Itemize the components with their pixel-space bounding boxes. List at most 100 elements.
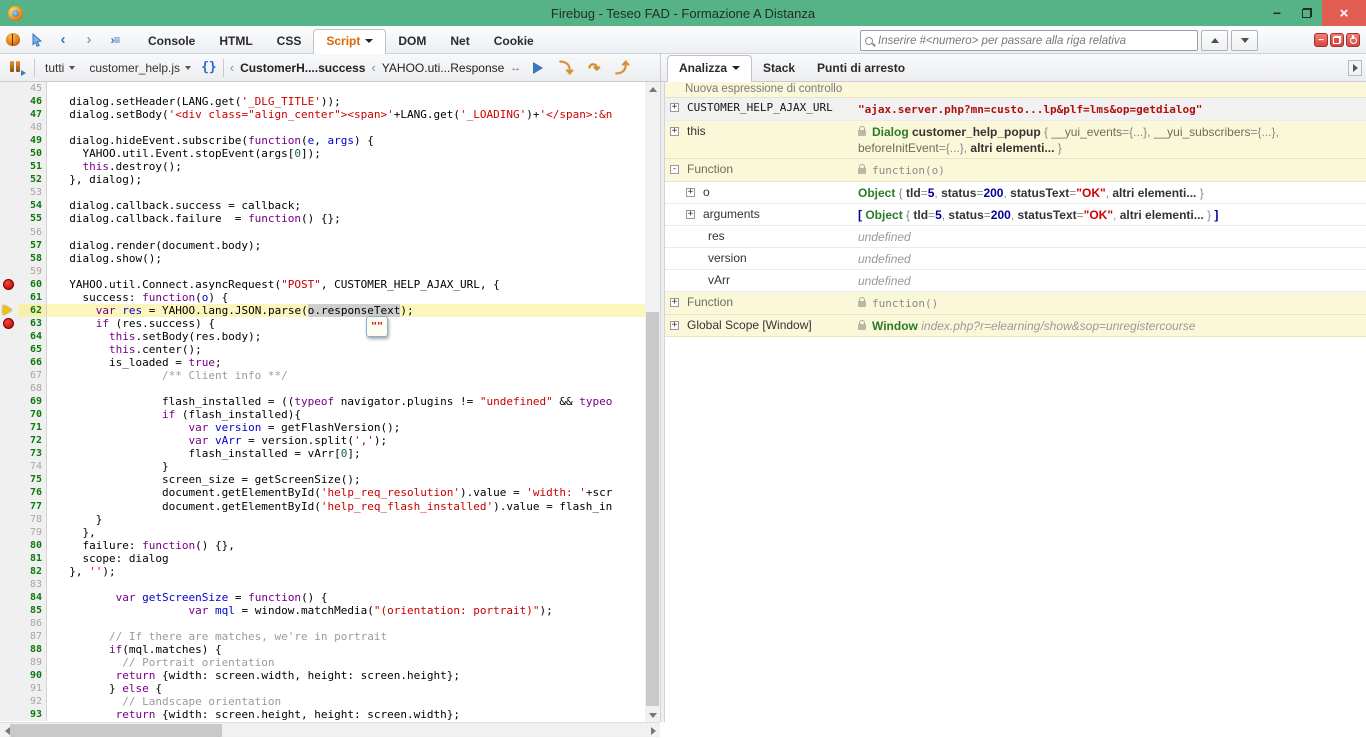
breakpoint-gutter[interactable] (0, 395, 18, 408)
search-prev-button[interactable] (1201, 30, 1228, 51)
line-number[interactable]: 59 (18, 265, 47, 278)
line-number[interactable]: 88 (18, 643, 47, 656)
line-number[interactable]: 49 (18, 134, 47, 147)
line-number[interactable]: 72 (18, 434, 47, 447)
vertical-scroll-thumb[interactable] (646, 312, 659, 706)
breakpoint-gutter[interactable] (0, 408, 18, 421)
breakpoint-gutter[interactable] (0, 695, 18, 708)
line-number[interactable]: 89 (18, 656, 47, 669)
breakpoint-gutter[interactable] (0, 252, 18, 265)
line-number[interactable]: 75 (18, 473, 47, 486)
line-number[interactable]: 54 (18, 199, 47, 212)
step-into-button[interactable]: ⤵ (555, 57, 577, 79)
line-number[interactable]: 56 (18, 226, 47, 239)
breakpoint-gutter[interactable] (0, 708, 18, 721)
breakpoint-gutter[interactable] (0, 643, 18, 656)
line-number[interactable]: 82 (18, 565, 47, 578)
breakpoint-gutter[interactable] (0, 82, 18, 95)
line-number[interactable]: 68 (18, 382, 47, 395)
watch-variable-value[interactable]: "ajax.server.php?mn=custo...lp&plf=lms&o… (858, 98, 1366, 120)
collapse-icon[interactable]: - (670, 165, 679, 174)
breakpoint-gutter[interactable] (0, 147, 18, 160)
watch-variable-value[interactable]: Object { tld=5, status=200, statusText="… (858, 182, 1366, 203)
breakpoint-gutter[interactable] (0, 604, 18, 617)
line-number[interactable]: 70 (18, 408, 47, 421)
firebug-minimize-button[interactable]: − (1314, 33, 1328, 47)
line-number[interactable]: 67 (18, 369, 47, 382)
side-tabs-overflow-button[interactable] (1348, 60, 1362, 76)
history-forward-button[interactable]: › (78, 29, 100, 51)
line-number[interactable]: 79 (18, 526, 47, 539)
new-watch-expression[interactable]: Nuova espressione di controllo (665, 82, 1366, 98)
script-file-dropdown[interactable]: customer_help.js (85, 59, 195, 77)
line-number[interactable]: 92 (18, 695, 47, 708)
side-tab-analizza[interactable]: Analizza (667, 55, 752, 82)
breakpoint-gutter[interactable] (0, 317, 18, 330)
breakpoint-gutter[interactable] (0, 226, 18, 239)
tab-console[interactable]: Console (136, 30, 207, 53)
breakpoint-gutter[interactable] (0, 239, 18, 252)
line-number[interactable]: 80 (18, 539, 47, 552)
line-number[interactable]: 93 (18, 708, 47, 721)
watch-variable-name[interactable]: this (687, 124, 706, 138)
breakpoint-gutter[interactable] (0, 278, 18, 291)
scroll-up-arrow[interactable] (645, 82, 660, 96)
breakpoint-gutter[interactable] (0, 434, 18, 447)
tab-dom[interactable]: DOM (386, 30, 438, 53)
line-number[interactable]: 86 (18, 617, 47, 630)
search-next-button[interactable] (1231, 30, 1258, 51)
watch-variable-value[interactable]: Dialog customer_help_popup { __yui_event… (858, 121, 1366, 158)
line-number[interactable]: 84 (18, 591, 47, 604)
prettyprint-button[interactable]: {} (201, 60, 217, 75)
breakpoint-gutter[interactable] (0, 500, 18, 513)
watch-variable-value[interactable]: [ Object { tld=5, status=200, statusText… (858, 204, 1366, 225)
breadcrumb-more-icon[interactable]: ↔ (510, 62, 521, 74)
code-vertical-scrollbar[interactable] (645, 82, 660, 722)
breakpoint-icon[interactable] (3, 318, 14, 329)
watch-variable-value[interactable]: undefined (858, 248, 1366, 269)
breadcrumb-item[interactable]: YAHOO.uti...Response (382, 61, 505, 75)
line-number[interactable]: 74 (18, 460, 47, 473)
breakpoint-gutter[interactable] (0, 173, 18, 186)
step-over-button[interactable]: ↷ (583, 57, 605, 79)
line-number[interactable]: 63 (18, 317, 47, 330)
line-number[interactable]: 73 (18, 447, 47, 460)
scroll-down-arrow[interactable] (645, 708, 660, 722)
command-line-icon[interactable]: ›≡ (104, 29, 126, 51)
breakpoint-gutter[interactable] (0, 121, 18, 134)
search-input[interactable] (878, 35, 1193, 47)
watch-variable-value[interactable]: undefined (858, 270, 1366, 291)
line-number[interactable]: 64 (18, 330, 47, 343)
watch-variable-name[interactable]: Function (687, 295, 733, 309)
line-number[interactable]: 66 (18, 356, 47, 369)
expand-icon[interactable]: + (670, 321, 679, 330)
tab-net[interactable]: Net (438, 30, 481, 53)
watch-variable-name[interactable]: o (703, 185, 710, 199)
code-horizontal-scrollbar[interactable] (0, 722, 660, 737)
breadcrumb-item[interactable]: CustomerH....success (240, 61, 365, 75)
breakpoint-gutter[interactable] (0, 212, 18, 225)
breakpoint-gutter[interactable] (0, 186, 18, 199)
line-number[interactable]: 58 (18, 252, 47, 265)
line-number[interactable]: 83 (18, 578, 47, 591)
watch-variable-name[interactable]: arguments (703, 207, 760, 221)
watch-variable-name[interactable]: vArr (708, 273, 730, 287)
expand-icon[interactable]: + (670, 298, 679, 307)
breakpoint-gutter[interactable] (0, 513, 18, 526)
breakpoint-gutter[interactable] (0, 330, 18, 343)
breakpoint-gutter[interactable] (0, 95, 18, 108)
watch-variable-value[interactable]: function() (858, 292, 1366, 314)
tab-html[interactable]: HTML (207, 30, 264, 53)
firebug-deactivate-button[interactable] (1346, 33, 1360, 47)
breakpoint-gutter[interactable] (0, 552, 18, 565)
expand-icon[interactable]: + (686, 188, 695, 197)
scroll-right-arrow[interactable] (646, 723, 660, 738)
expand-icon[interactable]: + (670, 127, 679, 136)
breakpoint-icon[interactable] (3, 279, 14, 290)
breakpoint-gutter[interactable] (0, 108, 18, 121)
line-number[interactable]: 85 (18, 604, 47, 617)
watch-variable-name[interactable]: Function (687, 162, 733, 176)
breakpoint-gutter[interactable] (0, 565, 18, 578)
line-number[interactable]: 46 (18, 95, 47, 108)
script-filter-dropdown[interactable]: tutti (41, 59, 79, 77)
